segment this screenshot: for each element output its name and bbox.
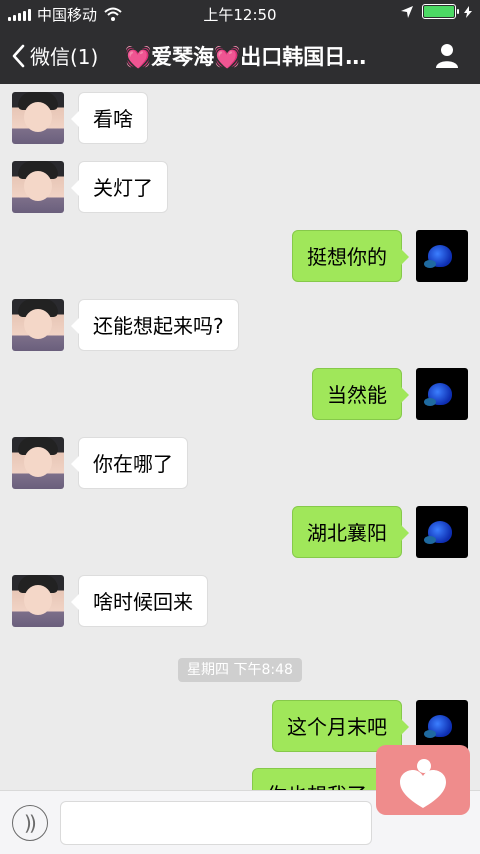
heart-icon [400, 770, 446, 808]
back-label: 微信(1) [30, 45, 99, 69]
voice-icon[interactable] [12, 805, 48, 841]
my-avatar[interactable] [416, 506, 468, 558]
contact-avatar[interactable] [12, 92, 64, 144]
contact-avatar[interactable] [12, 161, 64, 213]
navigation-bar: 微信(1) 💓爱琴海💓出口韩国日… [0, 30, 480, 82]
charging-icon [464, 5, 472, 18]
battery-icon [422, 4, 459, 19]
timestamp-badge: 星期四 下午8:48 [178, 658, 302, 682]
message-bubble[interactable]: 当然能 [312, 368, 409, 420]
my-avatar[interactable] [416, 230, 468, 282]
my-avatar[interactable] [416, 368, 468, 420]
message-bubble[interactable]: 你在哪了 [71, 437, 188, 489]
person-icon[interactable] [434, 42, 460, 68]
message-input[interactable] [60, 801, 372, 845]
message-bubble[interactable]: 挺想你的 [292, 230, 409, 282]
contact-avatar[interactable] [12, 437, 64, 489]
message-bubble[interactable]: 你也想我了 [252, 768, 389, 790]
message-bubble[interactable]: 这个月末吧 [272, 700, 409, 752]
message-bubble[interactable]: 啥时候回来 [71, 575, 208, 627]
chat-title: 💓爱琴海💓出口韩国日… [125, 45, 367, 69]
status-right [400, 4, 472, 19]
message-bubble[interactable]: 湖北襄阳 [292, 506, 409, 558]
chat-area: 看啥 关灯了 挺想你的 还能想起来吗? 当然能 你在哪了 湖北襄阳 啥时候回来 … [0, 84, 480, 790]
chevron-left-icon [12, 44, 25, 67]
contact-avatar[interactable] [12, 575, 64, 627]
message-bubble[interactable]: 看啥 [71, 92, 148, 144]
status-bar: 中国移动 上午12:50 [0, 0, 480, 28]
back-button[interactable]: 微信(1) [10, 41, 98, 70]
top-bar: 中国移动 上午12:50 微信(1) 💓爱琴海💓出口韩国日… [0, 0, 480, 84]
message-bubble[interactable]: 还能想起来吗? [71, 299, 239, 351]
message-bubble[interactable]: 关灯了 [71, 161, 168, 213]
location-arrow-icon [401, 5, 413, 18]
contact-avatar[interactable] [12, 299, 64, 351]
heart-sticker-icon[interactable] [376, 745, 470, 815]
